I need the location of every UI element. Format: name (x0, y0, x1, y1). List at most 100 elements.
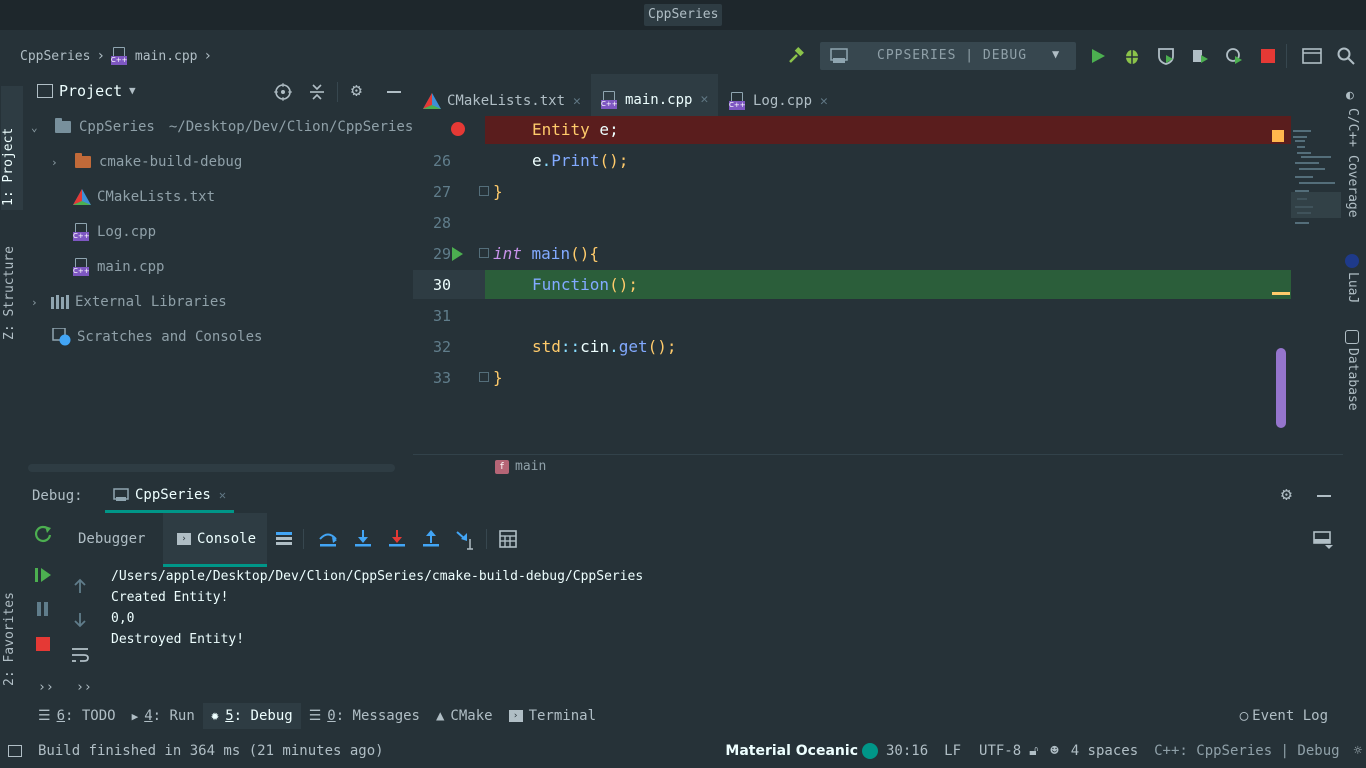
tree-item-external-libraries[interactable]: › External Libraries (31, 292, 227, 312)
line-separator[interactable]: LF (944, 743, 961, 759)
vertical-scrollbar[interactable] (1276, 348, 1286, 428)
close-icon[interactable]: ✕ (700, 92, 708, 107)
tab-mnemonic: 4 (144, 708, 153, 724)
code-token: (){ (570, 244, 599, 263)
run-icon[interactable] (1088, 46, 1108, 66)
inspector-icon[interactable]: ☻ (1050, 743, 1058, 759)
tab-run[interactable]: ▶ 4: Run (124, 703, 203, 729)
tab-console[interactable]: › Console (163, 513, 267, 567)
tab-structure[interactable]: Z: Structure (2, 220, 17, 340)
breakpoint-icon[interactable] (451, 122, 465, 136)
debug-session-tab[interactable]: CppSeries ✕ (105, 480, 235, 513)
arrow-up-icon[interactable] (72, 578, 88, 594)
tree-item-cmake-build-debug[interactable]: › cmake-build-debug (51, 152, 242, 172)
status-message[interactable]: Build finished in 364 ms (21 minutes ago… (38, 743, 384, 759)
horizontal-scrollbar[interactable] (28, 464, 395, 472)
coverage-icon[interactable] (1156, 46, 1176, 66)
project-panel-title[interactable]: Project (59, 82, 122, 100)
resolve-context[interactable]: C++: CppSeries | Debug (1154, 743, 1339, 759)
close-icon[interactable]: ✕ (820, 94, 828, 109)
search-icon[interactable] (1336, 46, 1356, 66)
tab-project[interactable]: 1: Project (1, 86, 23, 210)
editor-breadcrumb-function[interactable]: main (515, 459, 546, 474)
chevron-down-icon[interactable]: ▼ (129, 84, 136, 97)
stop-icon[interactable] (1258, 46, 1278, 66)
breadcrumb-file[interactable]: main.cpp (135, 49, 198, 64)
stop-icon[interactable] (36, 637, 50, 651)
code-token: main (521, 244, 571, 263)
code-token: (); (599, 151, 629, 170)
tab-debugger[interactable]: Debugger (78, 531, 145, 547)
editor-gutter[interactable]: 26 27 28 29 30 31 32 33 (413, 122, 489, 454)
hammer-icon[interactable] (786, 46, 806, 66)
more-icon[interactable]: ›› (76, 680, 92, 695)
scratches-icon (52, 328, 71, 346)
console-line: 0,0 (111, 611, 135, 626)
tab-debug[interactable]: ✹ 5: Debug (202, 703, 301, 729)
warning-marker[interactable] (1272, 130, 1284, 142)
tab-lua[interactable]: LuaJ (1345, 272, 1360, 303)
hide-panel-icon[interactable] (1317, 495, 1331, 497)
step-over-icon[interactable] (318, 529, 338, 549)
close-icon[interactable]: ✕ (573, 94, 581, 109)
lock-icon[interactable]: 🔓︎ (1029, 743, 1038, 759)
cpp-file-icon: C++ (601, 90, 619, 109)
code-editor[interactable]: Entity e; e.Print(); } int main(){ Funct… (485, 120, 1291, 454)
step-into-icon[interactable] (353, 529, 373, 549)
arrow-down-icon[interactable] (72, 612, 88, 628)
run-configuration-select[interactable]: CPPSERIES | DEBUG ▼ (820, 42, 1076, 70)
locate-icon[interactable] (274, 83, 292, 101)
tab-console-label: Console (197, 530, 257, 547)
pause-icon[interactable] (36, 601, 50, 617)
console-output[interactable]: /Users/apple/Desktop/Dev/Clion/CppSeries… (100, 566, 1340, 696)
run-gutter-icon[interactable] (451, 247, 463, 261)
tree-item-label: Scratches and Consoles (77, 329, 263, 345)
tree-item-scratches[interactable]: Scratches and Consoles (51, 327, 262, 347)
more-icon[interactable]: ›› (38, 680, 54, 695)
tree-item-cmakelists[interactable]: CMakeLists.txt (73, 187, 215, 207)
step-out-icon[interactable] (421, 529, 441, 549)
collapse-all-icon[interactable] (308, 83, 326, 101)
profile-icon[interactable] (1190, 46, 1210, 66)
tab-messages[interactable]: ☰ 0: Messages (301, 703, 428, 729)
notifications-icon[interactable]: ☼ (1354, 743, 1362, 759)
toggle-tool-windows-icon[interactable] (8, 744, 22, 757)
close-icon[interactable]: ✕ (219, 488, 226, 502)
folder-icon (75, 153, 91, 168)
toolbar-separator (303, 529, 304, 549)
breadcrumb-project[interactable]: CppSeries (20, 49, 90, 64)
tab-label: CMakeLists.txt (447, 93, 566, 109)
tab-terminal[interactable]: › Terminal (501, 703, 604, 729)
run-to-cursor-icon[interactable] (455, 529, 477, 551)
gear-icon[interactable]: ⚙ (351, 80, 362, 101)
error-stripe-marker[interactable] (1272, 292, 1290, 295)
run-configuration-label: CPPSERIES | DEBUG (877, 48, 1028, 63)
attach-icon[interactable] (1224, 46, 1244, 66)
gear-icon[interactable]: ⚙ (1281, 484, 1292, 505)
tree-item-log-cpp[interactable]: C++ Log.cpp (73, 222, 156, 242)
file-encoding[interactable]: UTF-8 (979, 743, 1021, 759)
tree-item-label: cmake-build-debug (99, 154, 243, 170)
frames-icon[interactable] (275, 531, 293, 547)
cursor-position[interactable]: 30:16 (886, 743, 928, 759)
tab-favorites[interactable]: 2: Favorites (2, 568, 17, 686)
restore-layout-icon[interactable] (1313, 531, 1333, 549)
layout-icon[interactable] (1302, 46, 1322, 66)
tree-item-main-cpp[interactable]: C++ main.cpp (73, 257, 164, 277)
hide-panel-icon[interactable] (387, 91, 401, 93)
force-step-into-icon[interactable] (387, 529, 407, 549)
tab-coverage[interactable]: C/C++ Coverage (1345, 108, 1360, 218)
rerun-icon[interactable] (34, 525, 52, 543)
debug-icon[interactable] (1122, 46, 1142, 66)
tree-root[interactable]: ⌄ CppSeries ~/Desktop/Dev/Clion/CppSerie… (31, 117, 413, 137)
tab-cmake[interactable]: ▲ CMake (428, 703, 501, 729)
tab-event-log[interactable]: ◯ Event Log (1232, 703, 1336, 729)
resume-icon[interactable] (34, 567, 52, 583)
code-minimap[interactable] (1291, 126, 1341, 246)
soft-wrap-icon[interactable] (71, 646, 89, 664)
tab-database[interactable]: Database (1345, 348, 1360, 411)
indent-setting[interactable]: 4 spaces (1071, 743, 1138, 759)
evaluate-expression-icon[interactable] (499, 530, 517, 548)
theme-indicator[interactable]: Material Oceanic (725, 743, 858, 759)
tab-todo[interactable]: ☰ 6: TODO (30, 703, 124, 729)
